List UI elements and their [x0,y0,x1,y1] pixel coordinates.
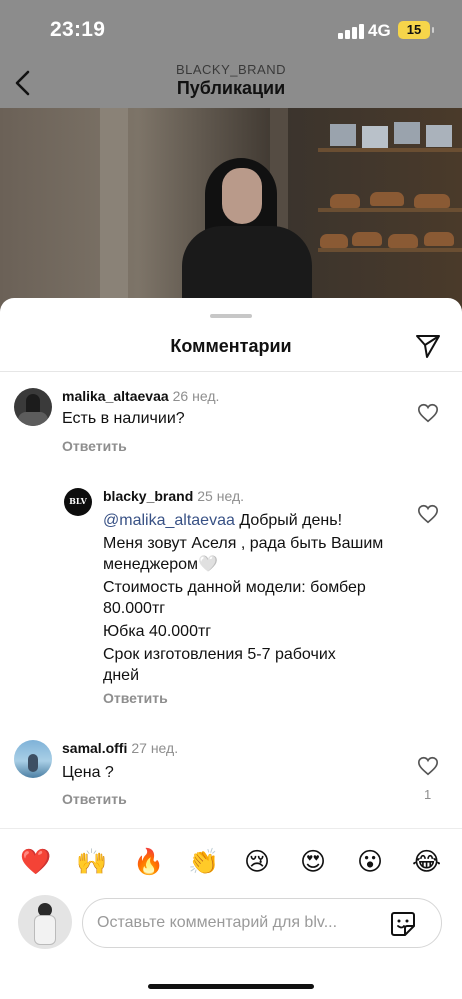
comment-username[interactable]: samal.offi 27 нед. [62,740,178,756]
sheet-title: Комментарии [170,336,292,356]
signal-icon [338,23,364,39]
emoji-laugh-button[interactable]: 😂 [412,845,441,879]
comment-line: Добрый день! [234,512,343,529]
status-time: 23:19 [50,18,106,41]
comment-time: 27 нед. [131,740,179,756]
reply-button[interactable]: Ответить [62,791,127,807]
divider [0,828,462,829]
page-title: Публикации [176,78,286,98]
like-heart-icon[interactable] [417,402,439,424]
avatar[interactable] [14,740,52,778]
avatar[interactable] [14,388,52,426]
comment-input[interactable]: Оставьте комментарий для blv... [82,898,442,948]
comment-username[interactable]: blacky_brand 25 нед. [103,488,244,504]
comment-line: Срок изготовления 5-7 рабочих дней [103,646,336,684]
like-count: 1 [424,787,432,802]
reply-button[interactable]: Ответить [62,438,127,454]
emoji-heart-eyes-button[interactable]: 😍 [300,845,326,879]
nav-bar: BLACKY_BRAND Публикации [0,58,462,108]
emoji-wow-button[interactable]: 😮 [357,845,383,879]
emoji-fire-button[interactable]: 🔥 [133,845,164,879]
username-text[interactable]: malika_altaevaa [62,388,169,404]
user-avatar[interactable] [18,895,72,949]
comment-time: 25 нед. [197,488,244,504]
mention-link[interactable]: @malika_altaevaa [103,512,235,529]
account-name: BLACKY_BRAND [175,62,287,77]
username-text[interactable]: blacky_brand [103,488,193,504]
comment-text: Есть в наличии? [62,410,185,427]
sticker-icon[interactable] [389,910,417,938]
sheet-drag-handle[interactable] [210,314,252,318]
post-photo [0,108,462,330]
emoji-reaction-bar: ❤️ 🙌 🔥 👏 😢 😍 😮 😂 [0,845,462,881]
status-bar: 23:19 4G 15 [0,0,462,60]
comment-input-placeholder: Оставьте комментарий для blv... [97,914,338,931]
battery-level: 15 [406,22,422,37]
emoji-cry-button[interactable]: 😢 [244,845,270,879]
username-text[interactable]: samal.offi [62,740,127,756]
network-type: 4G [368,21,391,40]
comment-line: Меня зовут Аселя , рада быть Вашим менед… [103,535,384,573]
comment-text: @malika_altaevaa Добрый день! Меня зовут… [103,510,403,686]
reply-button[interactable]: Ответить [103,690,168,706]
brand-avatar-logo: BLV [69,496,87,506]
emoji-clap-button[interactable]: 👏 [188,845,219,879]
comment-text: Цена ? [62,764,114,781]
comment-line: Юбка 40.000тг [103,623,212,640]
share-send-icon[interactable] [414,332,442,360]
emoji-raised-hands-button[interactable]: 🙌 [76,845,107,879]
emoji-heart-button[interactable]: ❤️ [20,845,51,879]
divider [0,371,462,372]
like-heart-icon[interactable] [417,503,439,525]
like-heart-icon[interactable] [417,755,439,777]
brand-avatar[interactable]: BLV [64,488,92,516]
battery-icon: 15 [398,21,434,39]
comment-time: 26 нед. [172,388,220,404]
comment-line: Стоимость данной модели: бомбер 80.000тг [103,579,366,617]
home-indicator [148,984,314,989]
comment-username[interactable]: malika_altaevaa 26 нед. [62,388,219,404]
